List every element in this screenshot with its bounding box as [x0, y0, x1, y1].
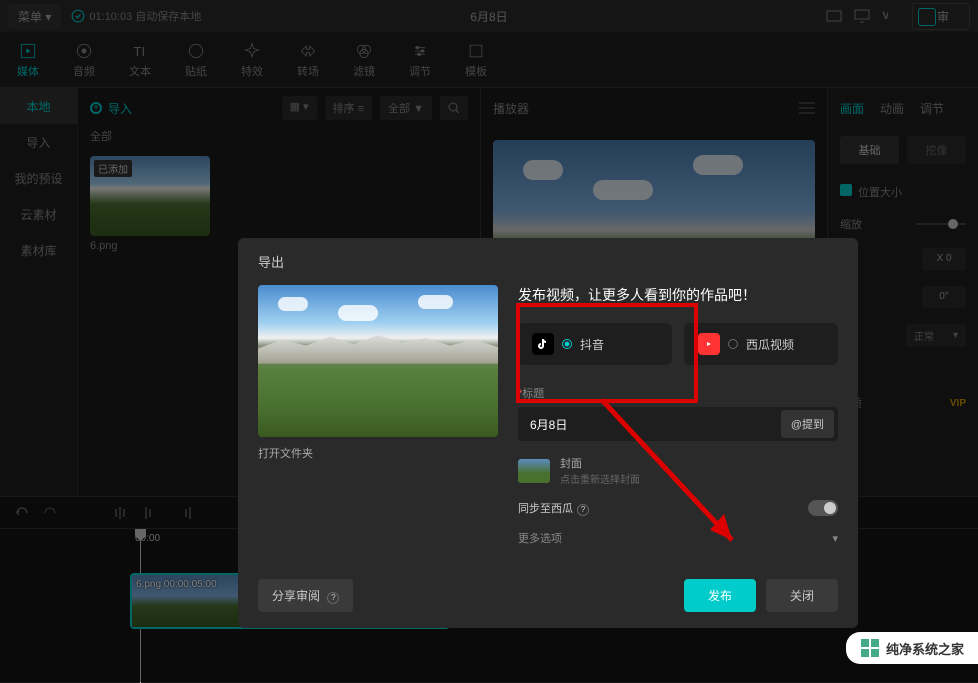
sync-toggle[interactable]	[808, 500, 838, 516]
help-icon[interactable]: ?	[327, 592, 339, 604]
open-folder-link[interactable]: 打开文件夹	[258, 437, 498, 469]
export-modal: 导出 打开文件夹 发布视频，让更多人看到你的作品吧！ 抖音	[238, 238, 858, 628]
publish-title: 发布视频，让更多人看到你的作品吧！	[518, 285, 838, 305]
radio-icon	[728, 339, 738, 349]
publish-button[interactable]: 发布	[684, 579, 756, 612]
share-button[interactable]: 分享审阅 ?	[258, 579, 353, 612]
radio-active-icon	[562, 339, 572, 349]
platform-douyin[interactable]: 抖音	[518, 323, 672, 365]
sync-label: 同步至西瓜	[518, 503, 573, 515]
more-options[interactable]: 更多选项 ▾	[518, 530, 838, 546]
cover-selector[interactable]: 封面点击重新选择封面	[518, 455, 838, 486]
title-input[interactable]: 6月8日 @提到	[518, 407, 838, 441]
watermark: 纯净系统之家	[846, 632, 978, 664]
douyin-icon	[532, 333, 554, 355]
export-preview	[258, 285, 498, 437]
windows-icon	[860, 638, 880, 658]
title-label: *标题	[518, 385, 838, 401]
xigua-icon	[698, 333, 720, 355]
chevron-down-icon: ▾	[832, 532, 838, 545]
platform-xigua[interactable]: 西瓜视频	[684, 323, 838, 365]
mention-button[interactable]: @提到	[781, 410, 834, 438]
close-button[interactable]: 关闭	[766, 579, 838, 612]
cover-thumbnail	[518, 459, 550, 483]
modal-title: 导出	[238, 238, 858, 285]
help-icon[interactable]: ?	[577, 504, 589, 516]
